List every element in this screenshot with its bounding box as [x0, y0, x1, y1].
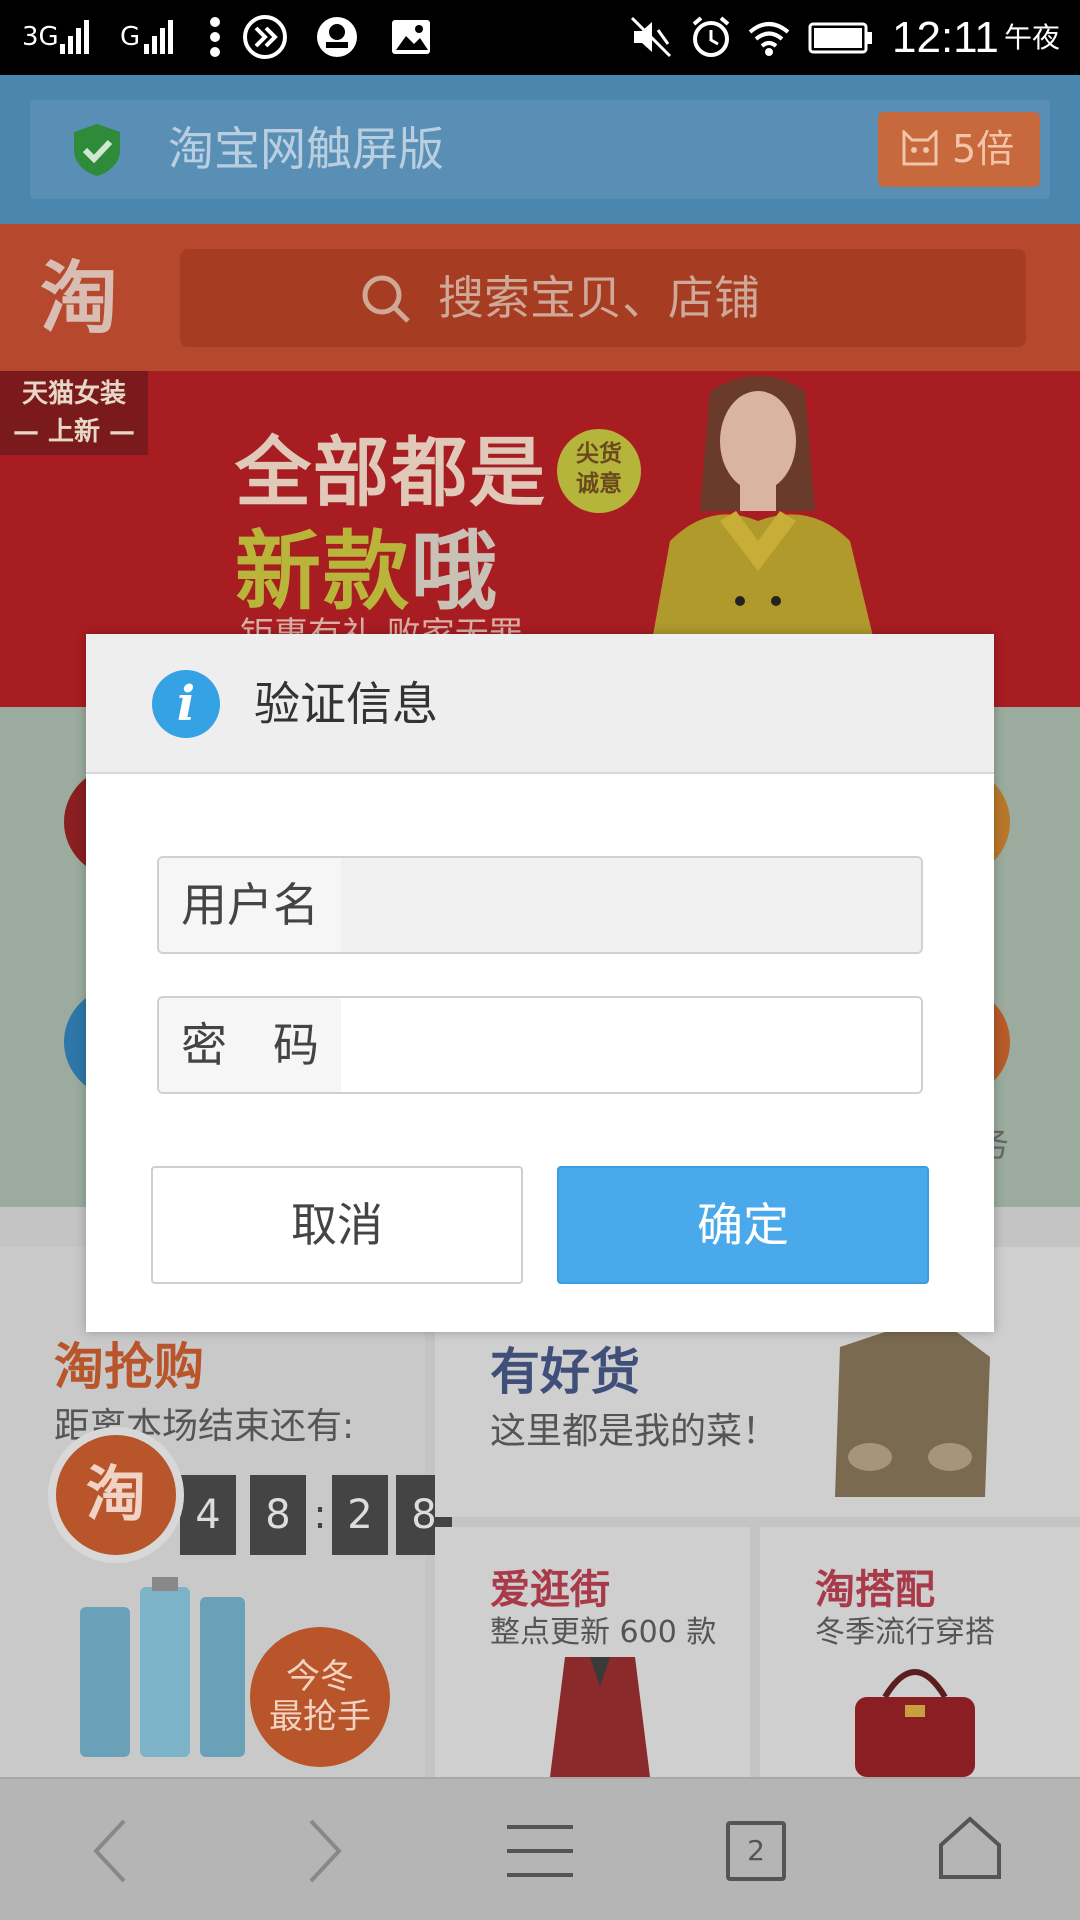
browser-url-bar: 淘宝网触屏版 5倍: [0, 75, 1080, 224]
info-icon: i: [152, 670, 220, 738]
haohuo-image: [835, 1327, 990, 1497]
x5-speed-label: 5倍: [952, 127, 1015, 171]
banner-tag: 天猫女装 — 上新 —: [0, 371, 148, 455]
status-bar: 3G G 12:11 午夜: [0, 0, 1080, 75]
guangjie-subtitle: 整点更新 600 款: [490, 1615, 717, 1650]
browser-bottom-nav: 2: [0, 1777, 1080, 1920]
signal-icon: [144, 20, 173, 54]
home-icon: [939, 1816, 1001, 1879]
tabs-icon: 2: [726, 1821, 786, 1881]
home-button[interactable]: [892, 1779, 1052, 1920]
countdown-digit: 8: [250, 1475, 306, 1555]
clock: 12:11: [892, 13, 999, 62]
tabs-button[interactable]: 2: [676, 1779, 836, 1920]
network-indicator-1: 3G: [22, 22, 59, 52]
username-input[interactable]: [341, 858, 921, 952]
banner-tag-line1: 天猫女装: [21, 379, 126, 409]
dapei-panel[interactable]: 淘搭配 冬季流行穿搭: [760, 1527, 1080, 1777]
taobao-logo[interactable]: 淘: [40, 254, 118, 344]
back-button[interactable]: [30, 1779, 190, 1920]
network-indicator-2: G: [120, 22, 141, 52]
menu-icon: [507, 1825, 573, 1877]
username-field[interactable]: 用户名: [157, 856, 923, 954]
chevron-left-icon: [93, 1819, 126, 1883]
product-image: [80, 1577, 245, 1757]
password-label: 密 码: [159, 998, 341, 1092]
guangjie-panel[interactable]: 爱逛街 整点更新 600 款: [435, 1527, 750, 1777]
countdown-digit: 4: [180, 1475, 236, 1555]
url-field[interactable]: 淘宝网触屏版 5倍: [30, 100, 1050, 199]
banner-tag-line2: — 上新 —: [12, 417, 136, 447]
chevron-right-icon: [309, 1819, 342, 1883]
clock-period: 午夜: [1004, 21, 1061, 54]
dapei-image: [855, 1669, 975, 1777]
signal-icon: [60, 20, 89, 54]
taobao-header: 淘 搜索宝贝、店铺: [0, 224, 1080, 371]
search-icon: [362, 275, 410, 323]
x5-speed-button[interactable]: 5倍: [878, 112, 1040, 187]
cancel-button[interactable]: 取消: [151, 1166, 523, 1284]
alarm-icon: [692, 16, 730, 57]
mute-icon: [630, 16, 672, 58]
promo-line2: 最抢手: [269, 1697, 371, 1737]
username-label: 用户名: [159, 858, 341, 952]
promo-line1: 今冬: [286, 1657, 354, 1697]
haohuo-title: 有好货: [490, 1343, 640, 1401]
password-input[interactable]: [341, 998, 921, 1092]
wifi-icon: [748, 22, 790, 56]
confirm-button[interactable]: 确定: [557, 1166, 929, 1284]
page-title: 淘宝网触屏版: [168, 122, 444, 176]
fast-forward-icon: [243, 15, 287, 59]
security-shield-icon: [74, 124, 120, 176]
search-placeholder: 搜索宝贝、店铺: [438, 271, 760, 325]
dapei-subtitle: 冬季流行穿搭: [815, 1615, 995, 1650]
app-icon: [317, 17, 357, 57]
battery-icon: [808, 22, 872, 54]
image-icon: [392, 20, 430, 54]
countdown-digit: 2: [332, 1475, 388, 1555]
qiang-title: 淘抢购: [54, 1338, 204, 1396]
guangjie-image: [550, 1657, 650, 1777]
haohuo-subtitle: 这里都是我的菜！: [490, 1411, 779, 1452]
verification-dialog: i 验证信息 用户名 密 码 取消 确定: [86, 634, 994, 1332]
taobao-float-button[interactable]: 淘: [48, 1427, 184, 1563]
cat-icon: [902, 130, 938, 166]
dialog-title: 验证信息: [254, 677, 438, 731]
more-icon: [210, 17, 220, 57]
menu-button[interactable]: [460, 1779, 620, 1920]
forward-button[interactable]: [245, 1779, 405, 1920]
password-field[interactable]: 密 码: [157, 996, 923, 1094]
promo-starburst: 今冬 最抢手: [250, 1627, 390, 1767]
countdown-separator: :: [313, 1492, 327, 1538]
dialog-header: i 验证信息: [86, 634, 994, 774]
search-input[interactable]: 搜索宝贝、店铺: [180, 249, 1026, 347]
